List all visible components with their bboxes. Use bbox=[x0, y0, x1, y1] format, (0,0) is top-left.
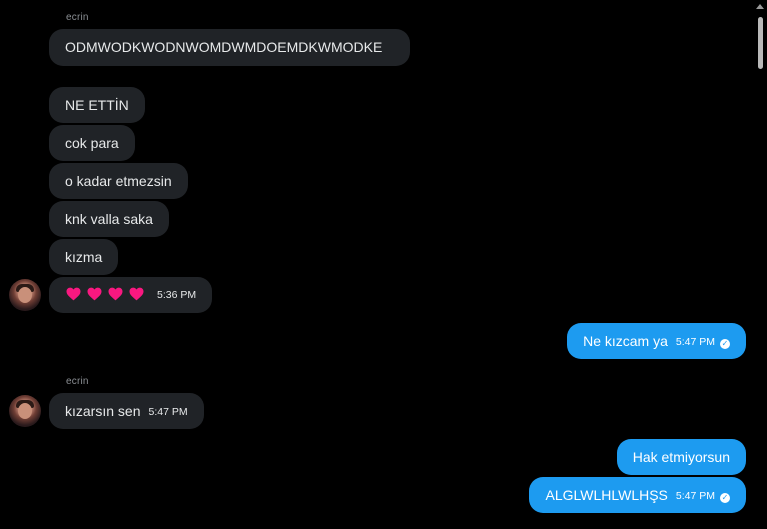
message-bubble[interactable]: kızarsın sen 5:47 PM bbox=[49, 393, 204, 429]
outgoing-message-bubble[interactable]: ALGLWLHLWLHŞS 5:47 PM ✓ bbox=[529, 477, 746, 513]
heart-icon bbox=[108, 287, 123, 301]
hearts-message-bubble[interactable]: 5:36 PM bbox=[49, 277, 213, 313]
message-bubble[interactable]: cok para bbox=[49, 125, 135, 161]
sender-name: ecrin bbox=[66, 12, 89, 23]
message-bubble[interactable]: kızma bbox=[49, 239, 119, 275]
message-text: o kadar etmezsin bbox=[65, 173, 172, 189]
message-text: Hak etmiyorsun bbox=[632, 449, 730, 465]
message-text: ODMWODKWODNWOMDWMDOEMDKWMODKE bbox=[65, 39, 383, 55]
message-text: NE ETTİN bbox=[65, 97, 129, 113]
message-bubble[interactable]: NE ETTİN bbox=[49, 87, 145, 123]
outgoing-message-bubble[interactable]: Hak etmiyorsun bbox=[616, 439, 746, 475]
heart-icon bbox=[66, 287, 81, 301]
heart-icon bbox=[87, 287, 102, 301]
scrollbar[interactable] bbox=[753, 0, 767, 529]
avatar-face bbox=[18, 403, 32, 419]
hearts-row bbox=[65, 286, 149, 302]
message-text: Ne kızcam ya bbox=[583, 333, 668, 349]
scrollbar-thumb[interactable] bbox=[758, 17, 763, 69]
message-bubble[interactable]: o kadar etmezsin bbox=[49, 163, 188, 199]
message-text: cok para bbox=[65, 135, 119, 151]
message-time: 5:47 PM bbox=[148, 406, 188, 418]
message-bubble[interactable]: knk valla saka bbox=[49, 201, 169, 237]
message-time: 5:47 PM bbox=[675, 336, 715, 348]
sender-name: ecrin bbox=[66, 376, 89, 387]
avatar[interactable] bbox=[9, 395, 41, 427]
message-text: kızma bbox=[65, 249, 103, 265]
message-time: 5:47 PM bbox=[675, 490, 715, 502]
message-text: ALGLWLHLWLHŞS bbox=[545, 487, 668, 503]
outgoing-message-bubble[interactable]: Ne kızcam ya 5:47 PM ✓ bbox=[567, 323, 746, 359]
scroll-up-arrow-icon[interactable] bbox=[756, 4, 764, 9]
message-text: kızarsın sen bbox=[65, 403, 141, 419]
heart-icon bbox=[129, 287, 144, 301]
check-circle-icon: ✓ bbox=[720, 493, 730, 503]
message-time: 5:36 PM bbox=[157, 289, 197, 301]
avatar[interactable] bbox=[9, 279, 41, 311]
check-circle-icon: ✓ bbox=[720, 339, 730, 349]
message-text: knk valla saka bbox=[65, 211, 153, 227]
message-bubble[interactable]: ODMWODKWODNWOMDWMDOEMDKWMODKE bbox=[49, 29, 410, 66]
avatar-face bbox=[18, 287, 32, 303]
